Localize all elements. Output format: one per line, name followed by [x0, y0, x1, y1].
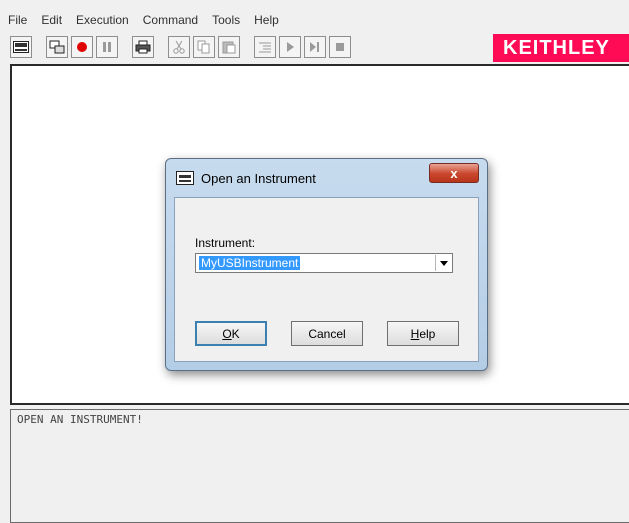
output-text: OPEN AN INSTRUMENT!: [17, 413, 143, 426]
selected-instrument: MyUSBInstrument: [199, 256, 301, 270]
keithley-logo: KEITHLEY: [493, 34, 629, 62]
menu-command[interactable]: Command: [143, 13, 198, 27]
toolbar: [10, 35, 351, 59]
menu-edit[interactable]: Edit: [41, 13, 62, 27]
menu-tools[interactable]: Tools: [212, 13, 240, 27]
stop-icon[interactable]: [329, 36, 351, 58]
help-label-accel: H: [410, 326, 420, 341]
open-instrument-dialog: Open an Instrument x Instrument: MyUSBIn…: [165, 158, 488, 371]
menu-execution[interactable]: Execution: [76, 13, 129, 27]
close-button[interactable]: x: [429, 163, 479, 183]
instrument-icon[interactable]: [10, 36, 32, 58]
step-icon[interactable]: [304, 36, 326, 58]
ok-label-accel: O: [222, 326, 232, 341]
chevron-down-icon[interactable]: [435, 255, 451, 271]
print-icon[interactable]: [132, 36, 154, 58]
cancel-button[interactable]: Cancel: [291, 321, 363, 346]
instrument-icon: [176, 171, 194, 185]
help-label: elp: [419, 326, 436, 341]
cut-icon[interactable]: [168, 36, 190, 58]
instrument-select[interactable]: MyUSBInstrument: [195, 253, 453, 273]
dialog-body: Instrument: MyUSBInstrument OK Cancel He…: [174, 197, 479, 362]
output-pane[interactable]: OPEN AN INSTRUMENT!: [10, 409, 629, 523]
cancel-label: Cancel: [308, 326, 346, 341]
record-icon[interactable]: [71, 36, 93, 58]
menu-help[interactable]: Help: [254, 13, 279, 27]
app-window: File Edit Execution Command Tools Help K…: [0, 0, 629, 523]
dialog-title: Open an Instrument: [201, 170, 316, 186]
close-icon: x: [450, 165, 458, 181]
play-icon[interactable]: [279, 36, 301, 58]
ok-button[interactable]: OK: [195, 321, 267, 346]
ok-label: K: [231, 326, 240, 341]
pause-icon[interactable]: [96, 36, 118, 58]
paste-icon[interactable]: [218, 36, 240, 58]
copy-icon[interactable]: [193, 36, 215, 58]
indent-icon[interactable]: [254, 36, 276, 58]
menu-file[interactable]: File: [8, 13, 27, 27]
menu-bar: File Edit Execution Command Tools Help: [0, 10, 629, 30]
help-button[interactable]: Help: [387, 321, 459, 346]
connect-icon[interactable]: [46, 36, 68, 58]
instrument-label: Instrument:: [195, 236, 256, 250]
